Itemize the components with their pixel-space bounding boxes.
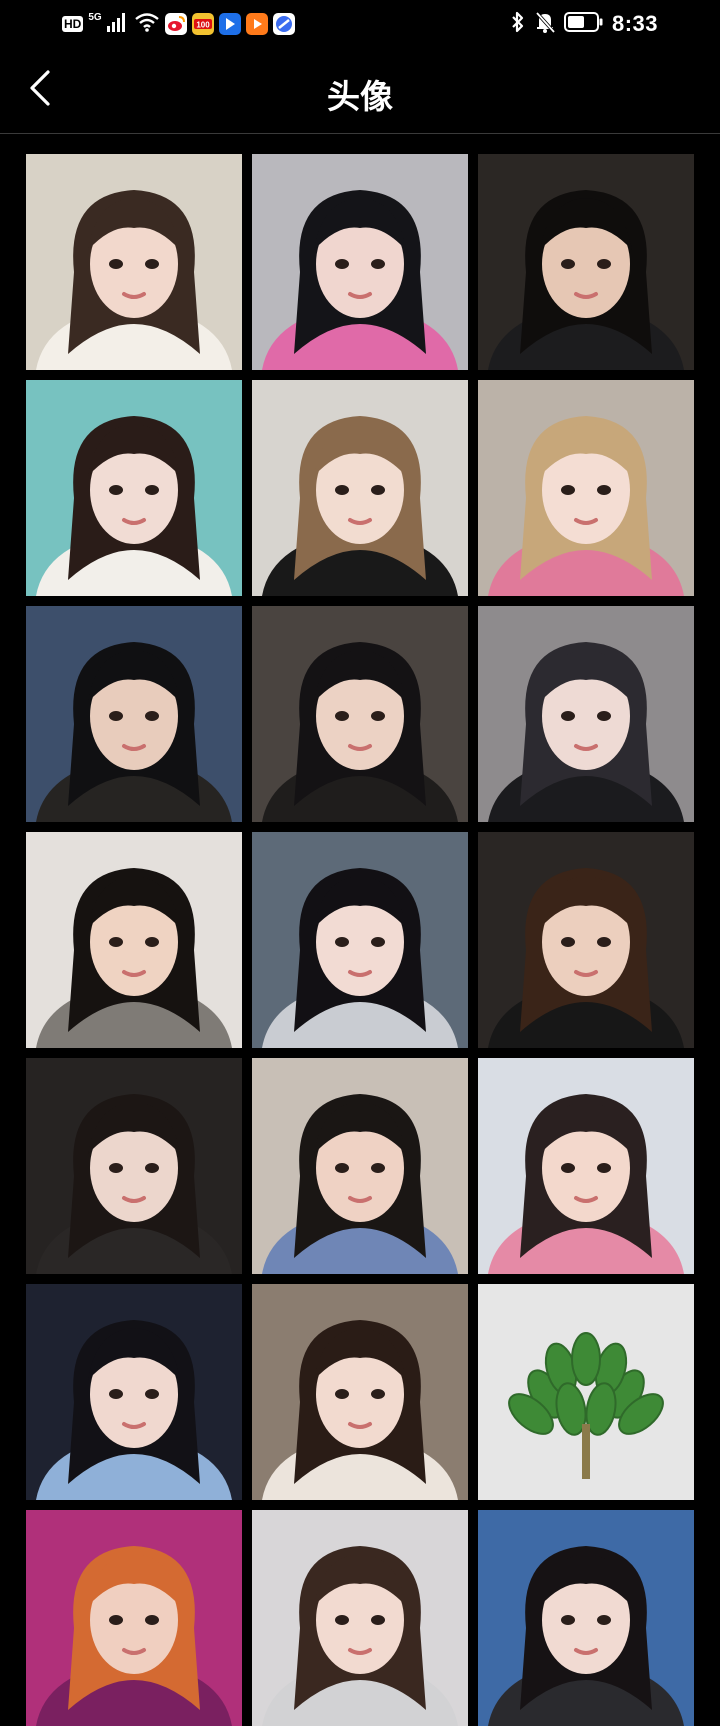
- avatar-thumbnail[interactable]: [478, 832, 694, 1048]
- battery-icon: [563, 11, 604, 38]
- avatar-image: [26, 154, 242, 370]
- avatar-thumbnail[interactable]: [478, 1058, 694, 1274]
- avatar-thumbnail[interactable]: [252, 154, 468, 370]
- avatar-thumbnail[interactable]: [26, 380, 242, 596]
- page-title: 头像: [327, 78, 393, 115]
- network-type: 5G: [88, 12, 102, 23]
- avatar-thumbnail[interactable]: [252, 1284, 468, 1500]
- avatar-image: [252, 832, 468, 1048]
- signal-icon: [106, 12, 129, 37]
- avatar-thumbnail[interactable]: [26, 1058, 242, 1274]
- svg-text:100: 100: [196, 21, 210, 30]
- video-icon: [245, 13, 268, 35]
- avatar-thumbnail[interactable]: [478, 606, 694, 822]
- avatar-image: [478, 832, 694, 1048]
- avatar-thumbnail[interactable]: [252, 380, 468, 596]
- avatar-image: [478, 1058, 694, 1274]
- avatar-thumbnail[interactable]: [478, 1510, 694, 1726]
- avatar-image: [252, 1284, 468, 1500]
- avatar-thumbnail[interactable]: [478, 1284, 694, 1500]
- avatar-image: [26, 1284, 242, 1500]
- status-bar: HD 5G 100 8:33: [0, 0, 720, 48]
- avatar-image: [26, 832, 242, 1048]
- avatar-image: [478, 380, 694, 596]
- avatar-image: [26, 1510, 242, 1726]
- avatar-image: [26, 380, 242, 596]
- avatar-image: [478, 1510, 694, 1726]
- bluebird-icon: [218, 13, 241, 35]
- status-right: 8:33: [510, 10, 658, 38]
- avatar-thumbnail[interactable]: [252, 606, 468, 822]
- avatar-image: [26, 1058, 242, 1274]
- mute-bell-icon: [534, 10, 556, 39]
- avatar-thumbnail[interactable]: [478, 154, 694, 370]
- avatar-grid: [26, 154, 696, 1726]
- browser-icon: [272, 13, 295, 35]
- avatar-image: [252, 1510, 468, 1726]
- avatar-thumbnail[interactable]: [252, 832, 468, 1048]
- avatar-image: [26, 606, 242, 822]
- avatar-thumbnail[interactable]: [26, 1284, 242, 1500]
- status-left: HD 5G 100: [62, 10, 295, 38]
- avatar-thumbnail[interactable]: [252, 1510, 468, 1726]
- avatar-thumbnail[interactable]: [252, 1058, 468, 1274]
- avatar-image: [478, 1284, 694, 1500]
- avatar-image: [252, 154, 468, 370]
- avatar-image: [478, 606, 694, 822]
- avatar-image: [252, 1058, 468, 1274]
- hd-badge: HD: [62, 16, 84, 32]
- app-100-icon: 100: [191, 13, 214, 35]
- bluetooth-icon: [510, 10, 526, 39]
- avatar-thumbnail[interactable]: [26, 832, 242, 1048]
- avatar-thumbnail[interactable]: [26, 1510, 242, 1726]
- avatar-image: [252, 606, 468, 822]
- avatar-thumbnail[interactable]: [478, 380, 694, 596]
- avatar-thumbnail[interactable]: [26, 606, 242, 822]
- avatar-thumbnail[interactable]: [26, 154, 242, 370]
- avatar-image: [478, 154, 694, 370]
- avatar-image: [252, 380, 468, 596]
- clock: 8:33: [611, 11, 658, 36]
- title-bar: 头像: [0, 48, 720, 134]
- weibo-icon: [164, 13, 187, 35]
- wifi-icon: [134, 11, 160, 38]
